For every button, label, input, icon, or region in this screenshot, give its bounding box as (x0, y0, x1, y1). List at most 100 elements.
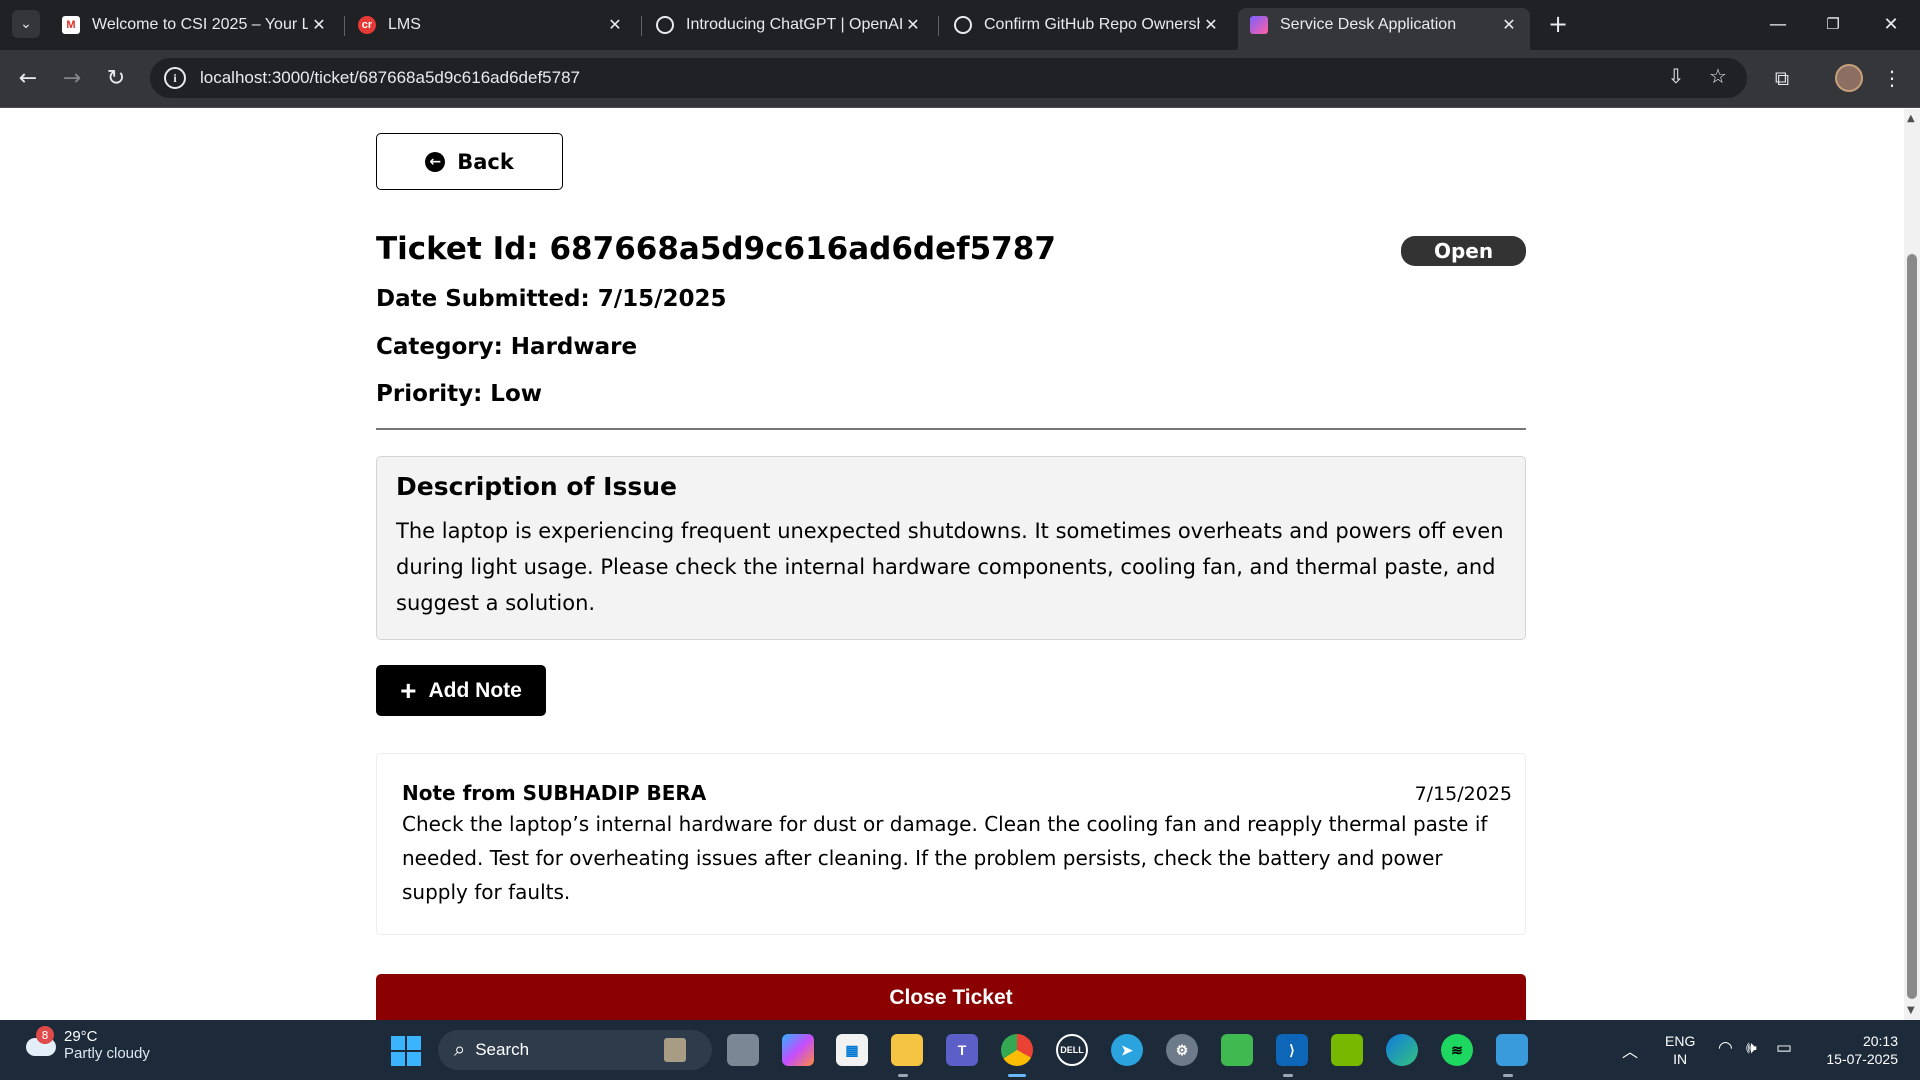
plus-icon: + (400, 674, 417, 706)
browser-tab-lms[interactable]: cr LMS ✕ (346, 8, 636, 42)
weather-condition: Partly cloudy (64, 1045, 150, 1062)
tab-title: Confirm GitHub Repo Ownershi (984, 16, 1200, 33)
language-region: IN (1673, 1051, 1688, 1067)
taskbar: 8 29°C Partly cloudy ⌕ Search ▦ T DELL ➤… (0, 1020, 1920, 1080)
vscode-icon[interactable]: ⟩ (1276, 1034, 1308, 1066)
restore-icon[interactable]: ❐ (1810, 8, 1856, 40)
spotify-icon[interactable]: ≋ (1441, 1034, 1473, 1066)
date-submitted: Date Submitted: 7/15/2025 (376, 286, 727, 312)
tab-title: Welcome to CSI 2025 – Your LM (92, 16, 308, 33)
page-viewport: ← Back Ticket Id: 687668a5d9c616ad6def57… (0, 109, 1904, 1020)
running-indicator (1008, 1074, 1026, 1077)
app-icon (1250, 16, 1268, 34)
app-grid-icon[interactable] (1221, 1034, 1253, 1066)
add-note-label: Add Note (428, 678, 522, 702)
window-close-icon[interactable]: ✕ (1868, 8, 1914, 40)
tab-separator (344, 16, 345, 36)
back-button-label: Back (457, 149, 514, 174)
file-explorer-icon[interactable] (891, 1034, 923, 1066)
site-info-icon[interactable]: i (164, 67, 186, 89)
extensions-icon[interactable]: ⧉ (1766, 62, 1798, 94)
tab-close-icon[interactable]: ✕ (1200, 14, 1222, 36)
add-note-button[interactable]: + Add Note (376, 665, 546, 716)
openai-icon (656, 16, 674, 34)
clock-time: 20:13 (1862, 1033, 1898, 1049)
address-bar[interactable]: i localhost:3000/ticket/687668a5d9c616ad… (150, 58, 1747, 98)
browser-tab-chatgpt[interactable]: Introducing ChatGPT | OpenAI ✕ (644, 8, 934, 42)
status-badge: Open (1401, 236, 1526, 266)
running-indicator (1503, 1074, 1513, 1077)
note-card: Note from SUBHADIP BERA 7/15/2025 Check … (376, 753, 1526, 935)
wifi-icon[interactable]: ◠ (1718, 1038, 1733, 1058)
edge-icon[interactable] (1386, 1034, 1418, 1066)
note-text: Check the laptop’s internal hardware for… (402, 812, 1488, 904)
browser-tab-service-desk[interactable]: Service Desk Application ✕ (1238, 8, 1530, 50)
microsoft-store-icon[interactable]: ▦ (836, 1034, 868, 1066)
forward-arrow-icon[interactable]: → (56, 62, 88, 94)
arrow-circle-left-icon: ← (425, 151, 446, 172)
tab-search-chevron-icon[interactable]: ⌄ (12, 10, 40, 38)
chevron-up-icon[interactable]: ︿ (1622, 1038, 1638, 1062)
back-button[interactable]: ← Back (376, 133, 563, 190)
ticket-id-heading: Ticket Id: 687668a5d9c616ad6def5787 (376, 231, 1056, 267)
tab-title: Service Desk Application (1280, 16, 1457, 33)
taskbar-search[interactable]: ⌕ Search (438, 1030, 712, 1070)
page-scrollbar[interactable]: ▲ ▼ (1904, 109, 1920, 1020)
weather-badge: 8 (36, 1026, 54, 1044)
browser-toolbar: ← → ↻ i localhost:3000/ticket/687668a5d9… (0, 50, 1920, 108)
photos-icon[interactable] (1496, 1034, 1528, 1066)
nvidia-icon[interactable] (1331, 1034, 1363, 1066)
profile-avatar[interactable] (1835, 64, 1863, 92)
close-ticket-button[interactable]: Close Ticket (376, 974, 1526, 1020)
tab-close-icon[interactable]: ✕ (308, 14, 330, 36)
bookmark-star-icon[interactable]: ☆ (1700, 58, 1736, 94)
settings-gear-icon[interactable]: ⚙ (1166, 1034, 1198, 1066)
clock-date: 15-07-2025 (1826, 1051, 1898, 1067)
scroll-down-icon[interactable]: ▼ (1907, 1005, 1915, 1016)
openai-icon (954, 16, 972, 34)
scroll-up-icon[interactable]: ▲ (1907, 113, 1915, 124)
url-text: localhost:3000/ticket/687668a5d9c616ad6d… (200, 68, 580, 87)
weather-cloud-icon: 8 (24, 1026, 58, 1062)
note-author: Note from SUBHADIP BERA (402, 781, 707, 805)
chrome-icon[interactable] (1001, 1034, 1033, 1066)
task-view-icon[interactable] (727, 1034, 759, 1066)
copilot-icon[interactable] (782, 1034, 814, 1066)
volume-icon[interactable]: 🕪 (1746, 1038, 1757, 1058)
category: Category: Hardware (376, 334, 638, 360)
divider (376, 428, 1526, 430)
search-icon: ⌕ (454, 1038, 466, 1061)
reload-icon[interactable]: ↻ (100, 62, 132, 94)
battery-icon[interactable]: ▭ (1776, 1038, 1792, 1058)
description-text: The laptop is experiencing frequent unex… (396, 519, 1504, 615)
language-code: ENG (1665, 1033, 1696, 1049)
minimize-icon[interactable]: — (1755, 8, 1801, 40)
scrollbar-thumb[interactable] (1907, 254, 1917, 999)
tab-close-icon[interactable]: ✕ (1498, 14, 1520, 36)
running-indicator (1283, 1074, 1293, 1077)
install-app-icon[interactable]: ⇩ (1658, 58, 1694, 94)
windows-start-icon[interactable] (391, 1036, 421, 1066)
priority: Priority: Low (376, 381, 543, 407)
dell-icon[interactable]: DELL (1056, 1034, 1088, 1066)
browser-tab-github[interactable]: Confirm GitHub Repo Ownershi ✕ (942, 8, 1232, 42)
tab-close-icon[interactable]: ✕ (902, 14, 924, 36)
tab-close-icon[interactable]: ✕ (604, 14, 626, 36)
teams-icon[interactable]: T (946, 1034, 978, 1066)
new-tab-icon[interactable]: + (1545, 10, 1571, 38)
telegram-icon[interactable]: ➤ (1111, 1034, 1143, 1066)
clock[interactable]: 20:13 15-07-2025 (1818, 1032, 1898, 1068)
language-indicator[interactable]: ENG IN (1665, 1032, 1695, 1068)
browser-tab-gmail[interactable]: M Welcome to CSI 2025 – Your LM ✕ (50, 8, 340, 42)
description-title: Description of Issue (396, 472, 677, 501)
chrome-menu-icon[interactable]: ⋮ (1876, 62, 1908, 94)
tab-title: LMS (388, 16, 421, 33)
weather-widget[interactable]: 8 29°C Partly cloudy (24, 1026, 150, 1062)
note-date: 7/15/2025 (1414, 783, 1512, 805)
tab-title: Introducing ChatGPT | OpenAI (686, 16, 902, 33)
running-indicator (898, 1074, 908, 1077)
lms-icon: cr (358, 16, 376, 34)
search-highlight-icon (664, 1038, 686, 1062)
back-arrow-icon[interactable]: ← (12, 62, 44, 94)
description-panel: Description of Issue The laptop is exper… (376, 456, 1526, 640)
